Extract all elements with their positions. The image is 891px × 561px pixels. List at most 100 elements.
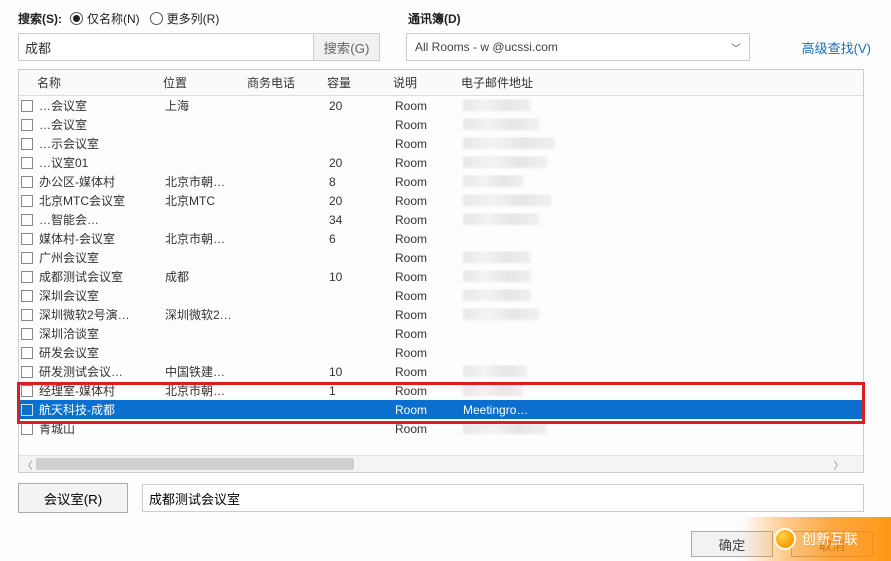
cell-email: m… … bbox=[457, 365, 863, 379]
col-desc[interactable]: 说明 bbox=[387, 74, 455, 91]
table-row[interactable]: 媒体村-会议室北京市朝…6Room bbox=[19, 229, 863, 248]
cell-desc: Room bbox=[389, 270, 457, 284]
cell-name: …议室01 bbox=[33, 154, 159, 171]
cell-name: 研发会议室 bbox=[33, 344, 159, 361]
table-row[interactable]: 北京MTC会议室北京MTC 20Roomm- … om-… bbox=[19, 191, 863, 210]
cell-name: …示会议室 bbox=[33, 135, 159, 152]
radio-more-cols-label: 更多列(R) bbox=[167, 10, 220, 27]
cell-name: 深圳会议室 bbox=[33, 287, 159, 304]
row-handle-icon bbox=[21, 366, 33, 378]
cell-capacity: 10 bbox=[323, 365, 389, 379]
cell-email: …roo… D… bbox=[457, 118, 863, 132]
table-row[interactable]: …智能会…34Room… ng-r… bbox=[19, 210, 863, 229]
cell-desc: Room bbox=[389, 194, 457, 208]
table-row[interactable]: …示会议室 Rooms… st01@… bbox=[19, 134, 863, 153]
cell-desc: Room bbox=[389, 251, 457, 265]
search-label: 搜索(S): bbox=[18, 10, 62, 27]
selected-rooms-input[interactable] bbox=[142, 484, 864, 512]
cell-location: 北京MTC bbox=[159, 192, 243, 209]
table-row[interactable]: 深圳会议室RoomM… …n… bbox=[19, 286, 863, 305]
col-phone[interactable]: 商务电话 bbox=[241, 74, 321, 91]
cell-email: … ng-r… bbox=[457, 213, 863, 227]
cell-desc: Room bbox=[389, 365, 457, 379]
cell-location: 北京市朝… bbox=[159, 382, 243, 399]
cell-name: 研发测试会议… bbox=[33, 363, 159, 380]
row-handle-icon bbox=[21, 404, 33, 416]
row-handle-icon bbox=[21, 328, 33, 340]
table-row[interactable]: …议室0120Room… ng01@… bbox=[19, 153, 863, 172]
cell-email: …ssi.c… bbox=[457, 99, 863, 113]
row-handle-icon bbox=[21, 176, 33, 188]
table-row[interactable]: …会议室上海20Room…ssi.c… bbox=[19, 96, 863, 115]
cell-name: 成都测试会议室 bbox=[33, 268, 159, 285]
advanced-find-link[interactable]: 高级查找(V) bbox=[802, 38, 871, 57]
radio-name-only-label: 仅名称(N) bbox=[87, 10, 140, 27]
cell-desc: Room bbox=[389, 175, 457, 189]
cell-capacity: 20 bbox=[323, 194, 389, 208]
radio-name-only[interactable]: 仅名称(N) bbox=[70, 10, 140, 27]
cell-email: … .02@… bbox=[457, 308, 863, 322]
cell-name: 航天科技-成都 bbox=[33, 401, 159, 418]
cell-location: 北京市朝… bbox=[159, 230, 243, 247]
cell-capacity: 1 bbox=[323, 384, 389, 398]
cell-name: …智能会… bbox=[33, 211, 159, 228]
radio-dot-icon bbox=[150, 12, 163, 25]
cell-email: …m-M… bbox=[457, 175, 863, 189]
table-row[interactable]: 成都测试会议室成都10Room… …@… bbox=[19, 267, 863, 286]
cell-email: s… st01@… bbox=[457, 137, 863, 151]
cell-email: M… …n… bbox=[457, 289, 863, 303]
cell-name: …会议室 bbox=[33, 116, 159, 133]
address-book-value: All Rooms - w @ucssi.com bbox=[415, 40, 558, 54]
scrollbar-corner bbox=[847, 455, 863, 472]
cell-name: 经理室-媒体村 bbox=[33, 382, 159, 399]
row-handle-icon bbox=[21, 214, 33, 226]
table-row[interactable]: …会议室 Room…roo… D… bbox=[19, 115, 863, 134]
cell-capacity: 20 bbox=[323, 156, 389, 170]
cell-desc: Room bbox=[389, 137, 457, 151]
cell-desc: Room bbox=[389, 327, 457, 341]
row-handle-icon bbox=[21, 290, 33, 302]
cell-name: …会议室 bbox=[33, 97, 159, 114]
cell-capacity: 8 bbox=[323, 175, 389, 189]
ok-button[interactable]: 确定 bbox=[691, 531, 773, 557]
cell-name: 深圳微软2号演… bbox=[33, 306, 159, 323]
cell-email: m- … om-… bbox=[457, 194, 863, 208]
search-input[interactable] bbox=[19, 34, 313, 60]
cell-desc: Room bbox=[389, 118, 457, 132]
cell-email: M… …n… bbox=[457, 251, 863, 265]
scroll-right-icon[interactable]: 〉 bbox=[830, 456, 847, 473]
horizontal-scrollbar[interactable]: 〈 〉 bbox=[19, 455, 847, 472]
table-row[interactable]: 办公区-媒体村北京市朝…8Room…m-M… bbox=[19, 172, 863, 191]
cell-name: 北京MTC会议室 bbox=[33, 192, 159, 209]
cell-desc: Room bbox=[389, 156, 457, 170]
table-row[interactable]: 广州会议室RoomM… …n… bbox=[19, 248, 863, 267]
rooms-button[interactable]: 会议室(R) bbox=[18, 483, 128, 513]
table-row[interactable]: 研发测试会议…中国铁建… 10Roomm… … bbox=[19, 362, 863, 381]
radio-more-cols[interactable]: 更多列(R) bbox=[150, 10, 220, 27]
search-box: 搜索(G) bbox=[18, 33, 380, 61]
scroll-thumb[interactable] bbox=[36, 458, 354, 470]
row-handle-icon bbox=[21, 138, 33, 150]
address-book-dropdown[interactable]: All Rooms - w @ucssi.com ﹀ bbox=[406, 33, 750, 61]
table-row[interactable]: 经理室-媒体村北京市朝…1Room… … bbox=[19, 381, 863, 400]
col-name[interactable]: 名称 bbox=[31, 74, 157, 91]
radio-dot-icon bbox=[70, 12, 83, 25]
col-email[interactable]: 电子邮件地址 bbox=[455, 74, 863, 91]
col-capacity[interactable]: 容量 bbox=[321, 74, 387, 91]
table-row[interactable]: 航天科技-成都RoomMeetingro… bbox=[19, 400, 863, 419]
cancel-button[interactable]: 取消 bbox=[791, 531, 873, 557]
cell-desc: Room bbox=[389, 384, 457, 398]
search-button[interactable]: 搜索(G) bbox=[313, 34, 379, 60]
cell-email: Meetingro… bbox=[457, 403, 863, 417]
col-location[interactable]: 位置 bbox=[157, 74, 241, 91]
table-row[interactable]: 深圳洽谈室Room bbox=[19, 324, 863, 343]
cell-location: 上海 bbox=[159, 97, 243, 114]
cell-location: 中国铁建… bbox=[159, 363, 243, 380]
row-handle-icon bbox=[21, 233, 33, 245]
table-row[interactable]: 研发会议室Room bbox=[19, 343, 863, 362]
cell-desc: Room bbox=[389, 232, 457, 246]
table-row[interactable]: 青城山Roomm… … -qc… bbox=[19, 419, 863, 438]
table-row[interactable]: 深圳微软2号演…深圳微软2…Room… .02@… bbox=[19, 305, 863, 324]
cell-email: m… … -qc… bbox=[457, 422, 863, 436]
scroll-left-icon[interactable]: 〈 bbox=[19, 456, 36, 473]
